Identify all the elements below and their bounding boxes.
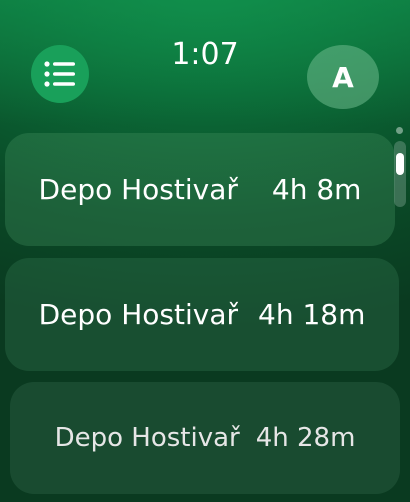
scrollbar-thumb[interactable] xyxy=(396,153,404,175)
trip-list: Depo Hostivař 4h 8m Depo Hostivař 4h 18m… xyxy=(0,0,410,502)
trip-row[interactable]: Depo Hostivař 4h 18m xyxy=(5,258,399,371)
scroll-indicator-dot xyxy=(396,127,403,134)
trip-row[interactable]: Depo Hostivař 4h 8m xyxy=(5,133,395,246)
trip-name: Depo Hostivař xyxy=(54,423,240,453)
trip-duration: 4h 18m xyxy=(258,298,366,331)
trip-name: Depo Hostivař xyxy=(38,298,238,331)
trip-row[interactable]: Depo Hostivař 4h 28m xyxy=(10,382,400,494)
watch-screen: 1:07 A Depo Hostivař 4h 8m Depo Hostivař… xyxy=(0,0,410,502)
trip-name: Depo Hostivař xyxy=(38,173,238,206)
trip-duration: 4h 28m xyxy=(255,423,356,453)
trip-duration: 4h 8m xyxy=(271,173,362,206)
